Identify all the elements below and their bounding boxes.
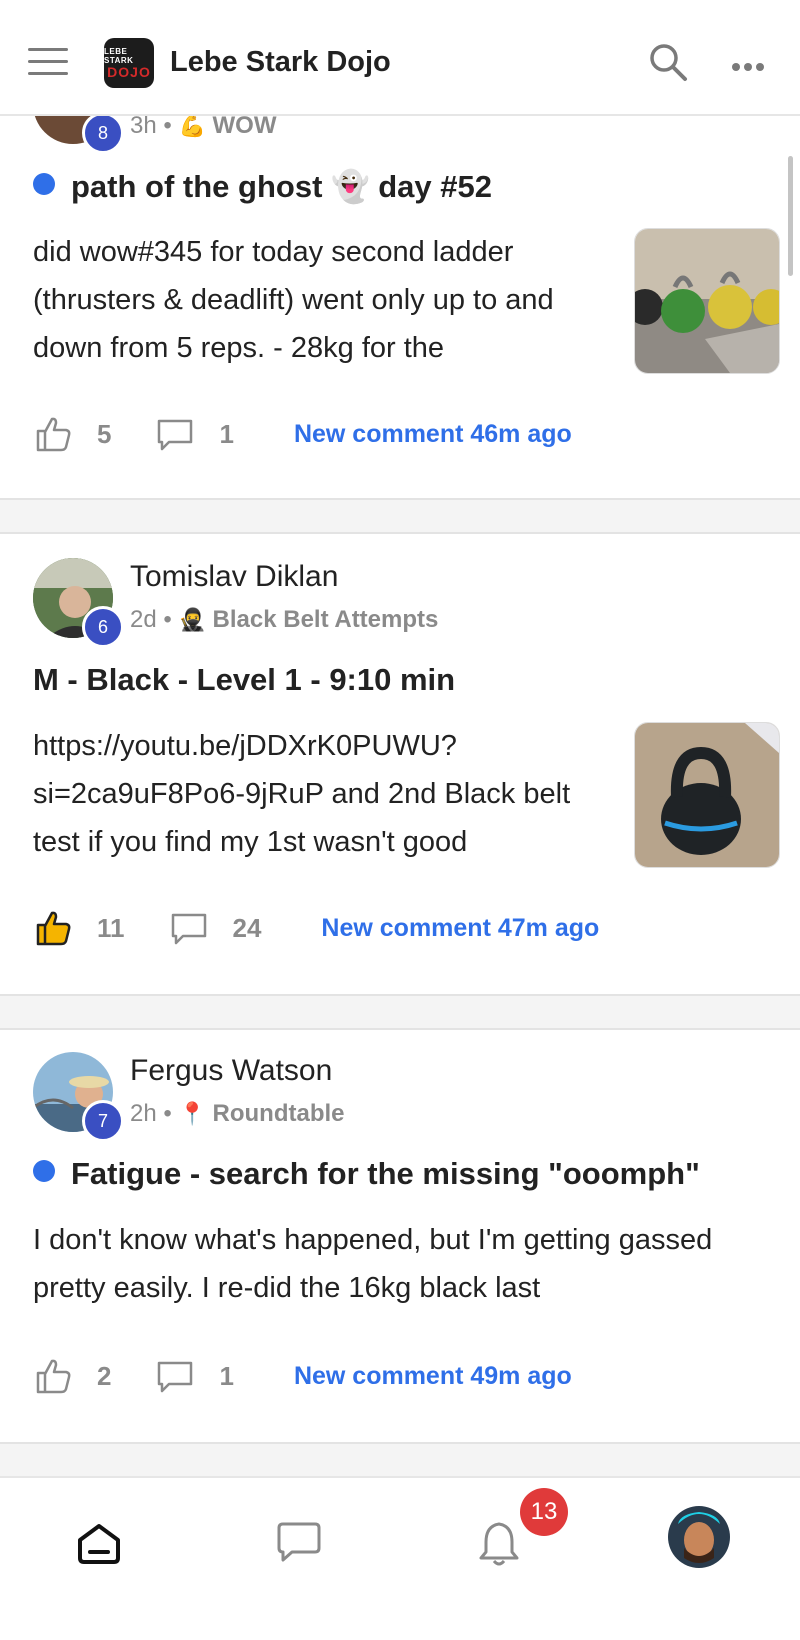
category-label[interactable]: Roundtable — [213, 1100, 345, 1127]
post-actions: 2 1 New comment 49m ago — [33, 1354, 572, 1398]
like-count: 11 — [97, 912, 125, 943]
level-badge: 6 — [82, 606, 124, 648]
post-card[interactable]: 6 Tomislav Diklan 2d • 🥷 Black Belt Atte… — [0, 534, 800, 994]
category-emoji-icon: 🥷 — [178, 607, 206, 632]
unread-dot-icon — [33, 1160, 55, 1182]
chat-icon[interactable] — [274, 1518, 324, 1568]
comment-count: 1 — [219, 1360, 234, 1391]
profile-avatar[interactable] — [668, 1506, 730, 1568]
post-separator — [0, 498, 800, 534]
like-count: 5 — [97, 418, 112, 449]
thumbs-up-icon[interactable] — [33, 414, 73, 454]
post-body[interactable]: did wow#345 for today second ladder (thr… — [33, 228, 593, 372]
post-meta: 2h • 📍 Roundtable — [130, 1100, 345, 1127]
new-comment-link[interactable]: New comment 49m ago — [294, 1362, 572, 1391]
author-name[interactable]: Fergus Watson — [130, 1054, 332, 1088]
thumbs-up-icon[interactable] — [33, 1356, 73, 1396]
post-card[interactable]: 7 Fergus Watson 2h • 📍 Roundtable Fatigu… — [0, 1030, 800, 1442]
home-icon[interactable] — [74, 1518, 124, 1568]
like-count: 2 — [97, 1360, 112, 1391]
author-name[interactable]: Tomislav Diklan — [130, 560, 338, 594]
new-comment-link[interactable]: New comment 47m ago — [321, 914, 599, 943]
comment-count: 1 — [219, 418, 234, 449]
comment-icon[interactable] — [169, 908, 209, 948]
comment-count: 24 — [232, 912, 262, 943]
new-comment-link[interactable]: New comment 46m ago — [294, 420, 572, 449]
post-body[interactable]: https://youtu.be/jDDXrK0PUWU?si=2ca9uF8P… — [33, 722, 593, 866]
level-badge: 8 — [82, 112, 124, 154]
post-body[interactable]: I don't know what's happened, but I'm ge… — [33, 1216, 753, 1312]
post-title[interactable]: path of the ghost 👻 day #52 — [33, 168, 492, 205]
category-label[interactable]: Black Belt Attempts — [213, 606, 439, 633]
level-badge: 7 — [82, 1100, 124, 1142]
category-emoji-icon: 📍 — [178, 1101, 206, 1126]
post-actions: 5 1 New comment 46m ago — [33, 412, 572, 456]
category-label[interactable]: WOW — [213, 112, 277, 139]
comment-icon[interactable] — [155, 1356, 195, 1396]
category-emoji-icon: 💪 — [178, 113, 206, 138]
post-title[interactable]: Fatigue - search for the missing "ooomph… — [33, 1156, 700, 1192]
bell-icon[interactable] — [474, 1518, 524, 1568]
post-time: 3h — [130, 112, 157, 139]
top-bar: LEBE STARK DOJO Lebe Stark Dojo — [0, 0, 800, 116]
comment-icon[interactable] — [155, 414, 195, 454]
post-meta: 3h • 💪 WOW — [130, 112, 277, 139]
post-thumbnail[interactable] — [634, 228, 780, 374]
scrollbar[interactable] — [788, 156, 793, 276]
notification-badge[interactable]: 13 — [520, 1488, 568, 1536]
menu-icon[interactable] — [28, 48, 68, 76]
more-options-icon[interactable] — [732, 58, 772, 71]
post-time: 2h — [130, 1100, 157, 1127]
unread-dot-icon — [33, 173, 55, 195]
app-logo[interactable]: LEBE STARK DOJO — [104, 38, 154, 88]
post-separator — [0, 994, 800, 1030]
thumbs-up-icon[interactable] — [33, 908, 73, 948]
post-actions: 11 24 New comment 47m ago — [33, 906, 599, 950]
post-title[interactable]: M - Black - Level 1 - 9:10 min — [33, 662, 455, 698]
post-separator — [0, 1442, 800, 1478]
app-title[interactable]: Lebe Stark Dojo — [170, 46, 391, 79]
post-time: 2d — [130, 606, 157, 633]
post-meta: 2d • 🥷 Black Belt Attempts — [130, 606, 439, 633]
post-thumbnail[interactable] — [634, 722, 780, 868]
search-icon[interactable] — [648, 42, 688, 82]
